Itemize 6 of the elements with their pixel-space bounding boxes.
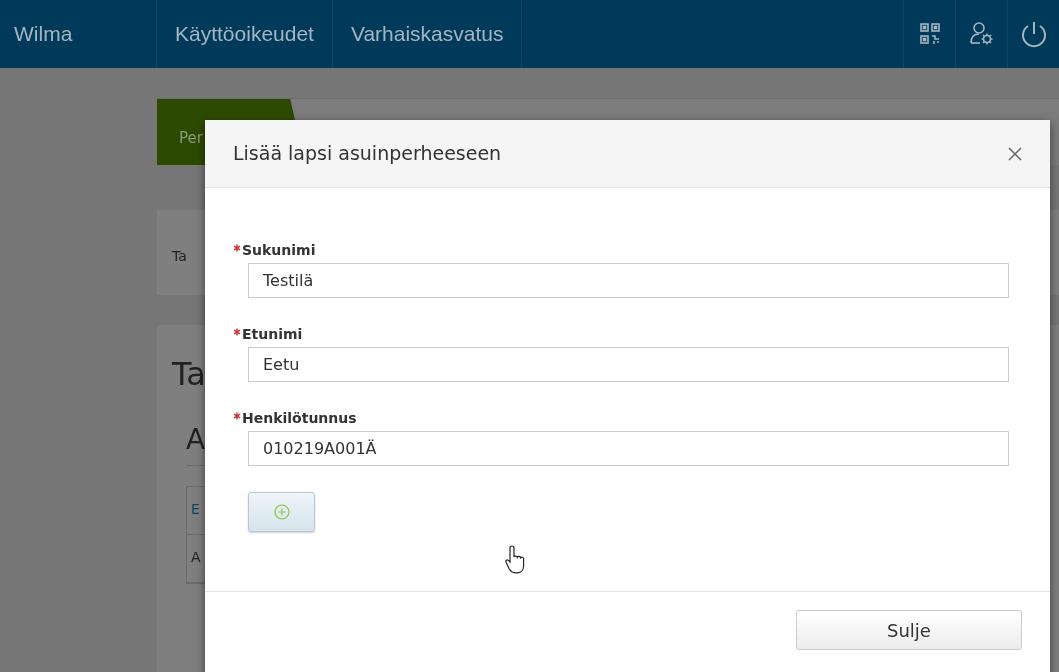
heading: Ta: [172, 355, 206, 394]
field-label: Sukunimi: [242, 241, 316, 260]
card-text: Ta: [172, 248, 187, 264]
modal-title: Lisää lapsi asuinperheeseen: [233, 142, 502, 165]
field-label: Etunimi: [242, 325, 303, 344]
field-label: Henkilötunnus: [242, 409, 357, 428]
